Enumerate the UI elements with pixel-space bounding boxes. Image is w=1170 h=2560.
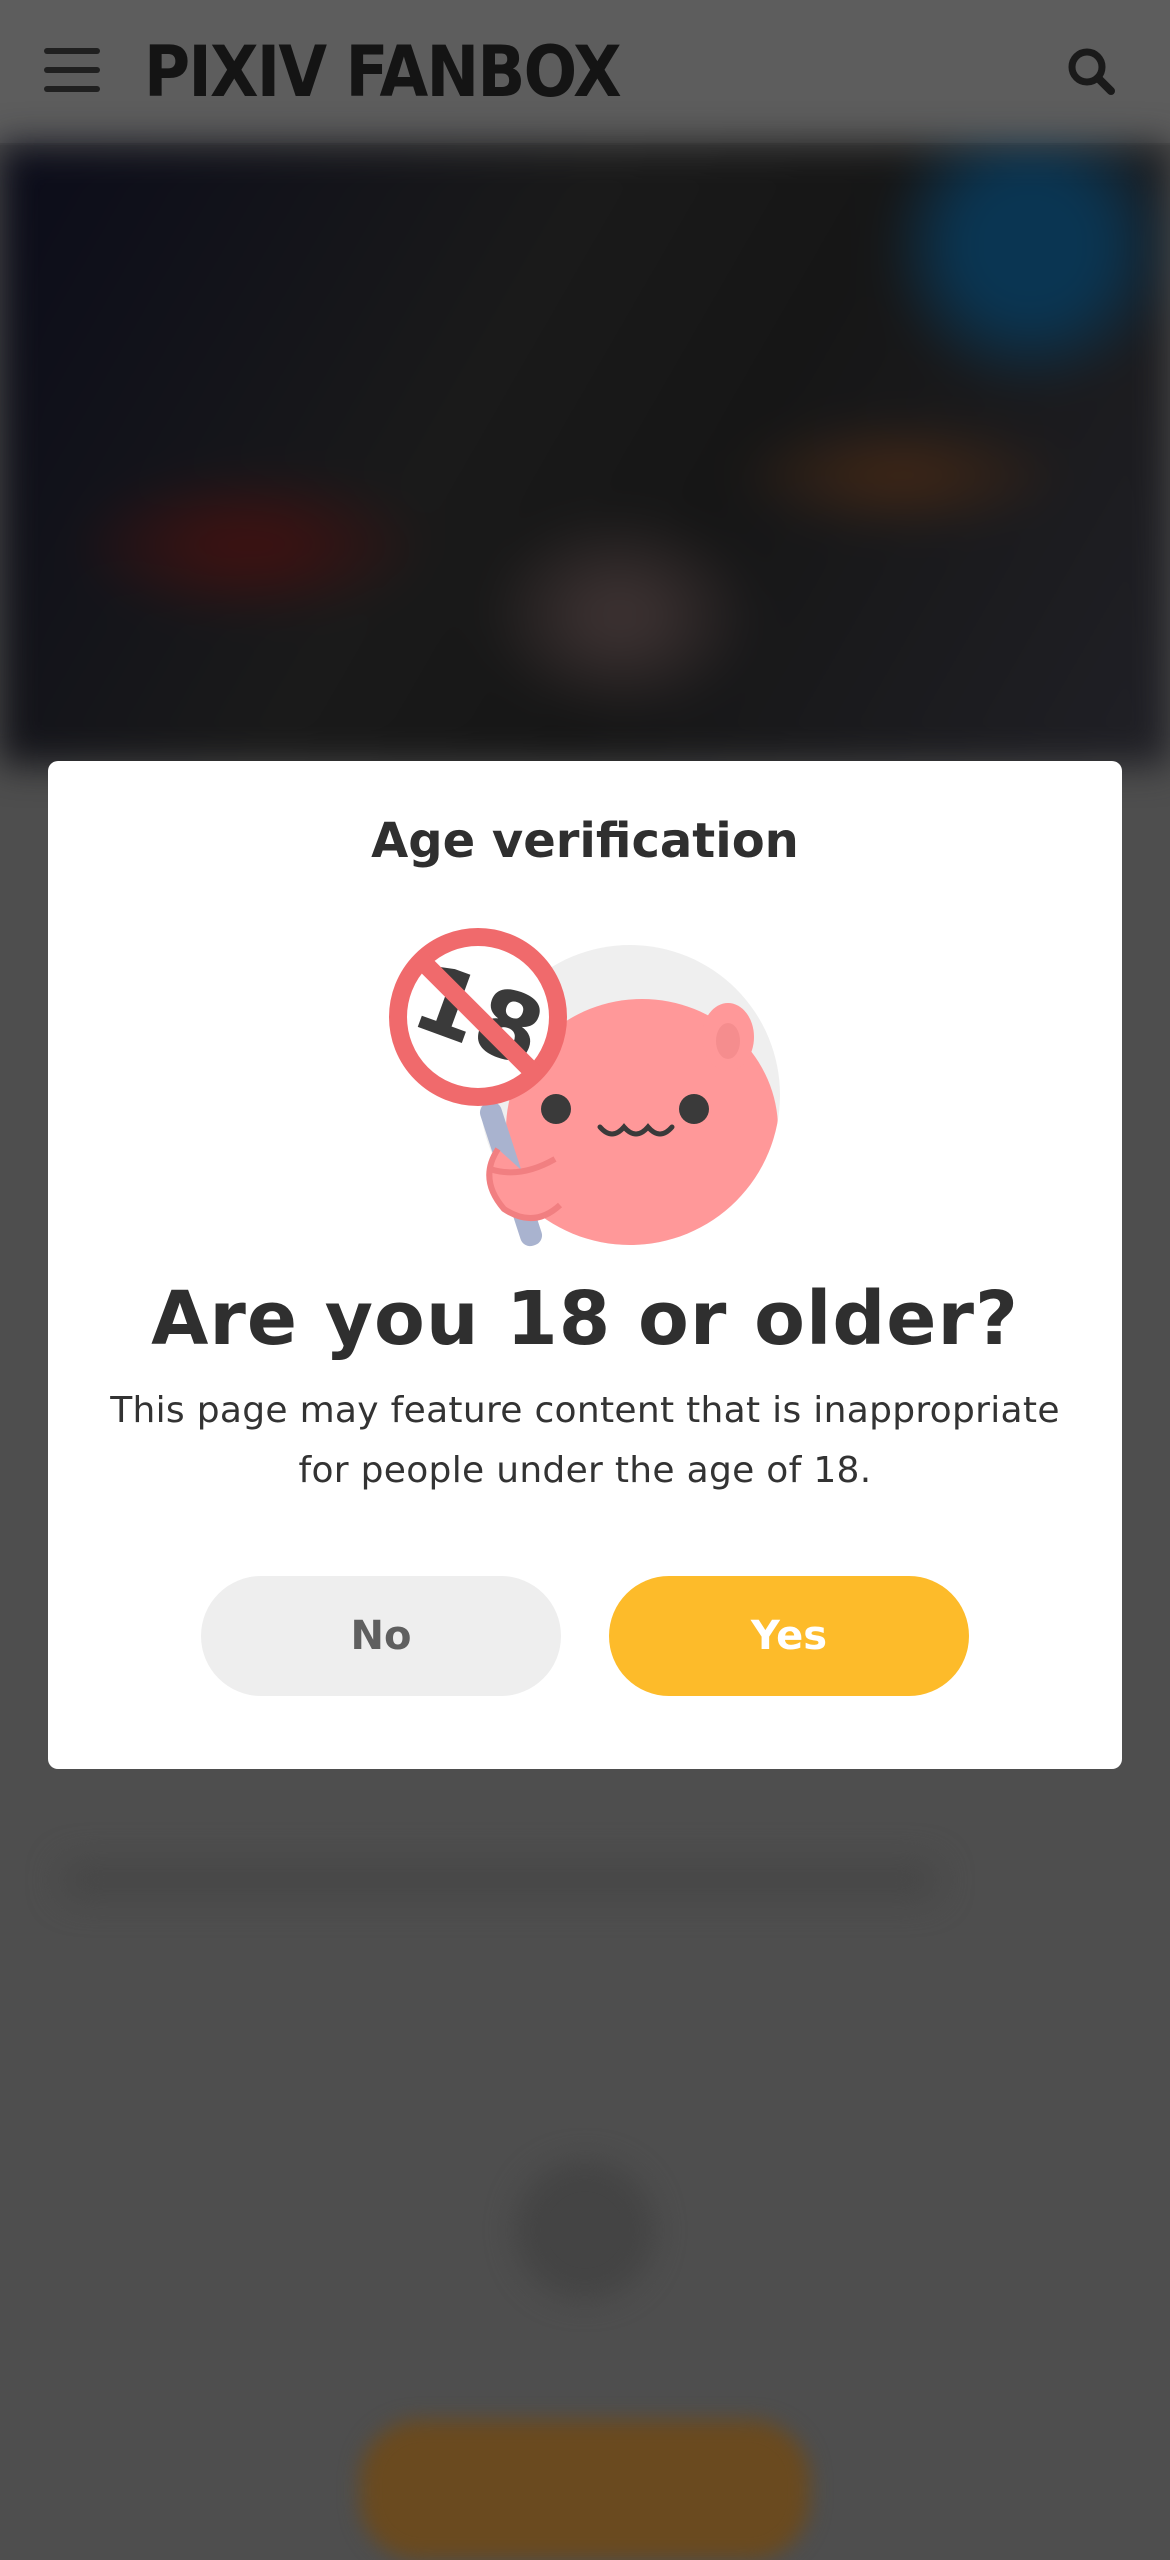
age-question-heading: Are you 18 or older? <box>151 1276 1019 1362</box>
age-verification-dialog: Age verification 18 Are you 18 or older?… <box>48 761 1122 1769</box>
dialog-title: Age verification <box>371 813 799 869</box>
blurred-text <box>60 1860 940 1900</box>
blurred-avatar <box>515 2160 655 2300</box>
creator-cover-image <box>0 145 1170 765</box>
yes-button[interactable]: Yes <box>609 1576 969 1696</box>
mascot-18-sign-illustration: 18 <box>389 928 780 1247</box>
hamburger-menu-icon[interactable] <box>44 48 100 92</box>
search-icon[interactable] <box>1066 46 1116 96</box>
age-warning-text: This page may feature content that is in… <box>110 1390 1060 1491</box>
no-button[interactable]: No <box>201 1576 561 1696</box>
brand-logo[interactable]: PIXIV FANBOX <box>144 26 622 118</box>
blurred-plan-button <box>360 2420 810 2560</box>
app-header: PIXIV FANBOX <box>0 0 1170 145</box>
